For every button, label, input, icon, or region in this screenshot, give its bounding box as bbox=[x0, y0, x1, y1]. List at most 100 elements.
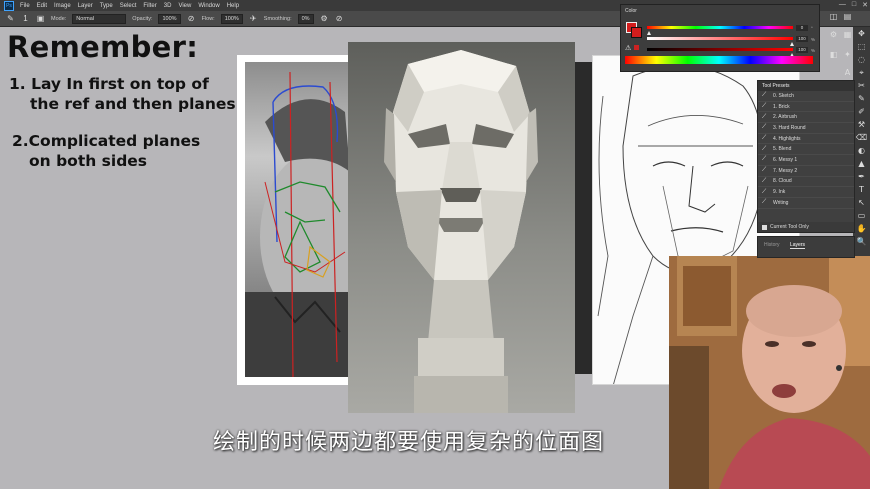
tab-layers[interactable]: Layers bbox=[790, 242, 806, 249]
preset-label: Writing bbox=[773, 199, 789, 206]
smoothing-label: Smoothing: bbox=[263, 15, 292, 22]
color-spectrum-bar[interactable] bbox=[625, 56, 813, 64]
saturation-unit: % bbox=[811, 37, 816, 42]
panel-icon-3[interactable]: ⚙ bbox=[828, 30, 839, 39]
preset-item[interactable]: ⟋ 1. Brick bbox=[758, 102, 854, 113]
saturation-value[interactable]: 100 bbox=[796, 36, 808, 42]
smoothing-settings-icon[interactable]: ⚙ bbox=[320, 14, 329, 23]
brush-settings-icon[interactable]: ▣ bbox=[36, 14, 45, 23]
brightness-slider[interactable] bbox=[647, 48, 793, 51]
quick-select-tool-icon[interactable]: ⌖ bbox=[853, 66, 870, 79]
mode-label: Mode: bbox=[51, 15, 67, 22]
menu-filter[interactable]: Filter bbox=[143, 3, 156, 9]
gamut-swatch[interactable] bbox=[634, 45, 639, 50]
brightness-value[interactable]: 100 bbox=[796, 47, 808, 53]
preset-label: 4. Highlights bbox=[773, 135, 801, 142]
gradient-tool-icon[interactable]: ◐ bbox=[853, 144, 870, 157]
menu-layer[interactable]: Layer bbox=[78, 3, 93, 9]
panel-icon-7[interactable]: A bbox=[842, 68, 853, 77]
preset-label: 6. Messy 1 bbox=[773, 156, 798, 163]
preset-item[interactable]: ⟋ 7. Messy 2 bbox=[758, 166, 854, 177]
brush-icon: ⟋ bbox=[762, 156, 767, 163]
stamp-tool-icon[interactable]: ⚒ bbox=[853, 118, 870, 131]
panel-icon-6[interactable]: ✦ bbox=[842, 50, 853, 59]
preset-label: 0. Sketch bbox=[773, 92, 794, 99]
path-select-tool-icon[interactable]: ↖ bbox=[853, 196, 870, 209]
note-1-line-1: 1. Lay In first on top of bbox=[9, 75, 209, 93]
brush-icon: ⟋ bbox=[762, 188, 767, 195]
slide-heading: Remember: bbox=[7, 30, 199, 64]
opacity-label: Opacity: bbox=[132, 15, 153, 22]
smoothing-input[interactable]: 0% bbox=[297, 13, 314, 24]
preset-item[interactable]: ⟋ 5. Blend bbox=[758, 144, 854, 156]
hue-value[interactable]: 0 bbox=[796, 25, 808, 31]
photoshop-logo: Ps bbox=[4, 0, 14, 11]
hue-unit: ° bbox=[811, 26, 813, 31]
panel-icon-4[interactable]: ▦ bbox=[842, 30, 853, 39]
type-tool-icon[interactable]: T bbox=[853, 183, 870, 196]
video-subtitle: 绘制的时候两边都要使用复杂的位面图 bbox=[213, 430, 605, 455]
menu-3d[interactable]: 3D bbox=[164, 3, 172, 9]
preset-item[interactable]: ⟋ 3. Hard Round bbox=[758, 123, 854, 134]
preset-item[interactable]: ⟋ 8. Cloud bbox=[758, 177, 854, 188]
menu-file[interactable]: File bbox=[20, 3, 30, 9]
preset-item[interactable]: ⟋ 0. Sketch bbox=[758, 91, 854, 102]
opacity-input[interactable]: 100% bbox=[158, 13, 181, 24]
brush-tool-icon[interactable]: ✎ bbox=[6, 14, 15, 23]
preset-item[interactable]: ⟋ 6. Messy 1 bbox=[758, 155, 854, 166]
preset-item[interactable]: ⟋ 9. Ink bbox=[758, 187, 854, 198]
menu-help[interactable]: Help bbox=[227, 3, 239, 9]
airbrush-icon[interactable]: ✈ bbox=[249, 14, 258, 23]
brush-icon: ⟋ bbox=[762, 177, 767, 184]
flow-label: Flow: bbox=[201, 15, 215, 22]
brush-icon: ⟋ bbox=[762, 135, 767, 142]
lasso-tool-icon[interactable]: ◌ bbox=[853, 53, 870, 66]
shape-tool-icon[interactable]: ▭ bbox=[853, 209, 870, 222]
pressure-opacity-icon[interactable]: ⊘ bbox=[187, 14, 196, 23]
pressure-size-icon[interactable]: ⊘ bbox=[335, 14, 344, 23]
layers-panel: History Layers bbox=[757, 236, 855, 258]
hand-tool-icon[interactable]: ✋ bbox=[853, 222, 870, 235]
gamut-warning-icon[interactable]: ⚠ bbox=[625, 44, 633, 52]
panel-icon-1[interactable]: ◫ bbox=[828, 12, 839, 21]
panel-icon-2[interactable]: ▤ bbox=[842, 12, 853, 21]
brush-icon: ⟋ bbox=[762, 92, 767, 99]
saturation-slider[interactable] bbox=[647, 37, 793, 40]
marquee-tool-icon[interactable]: ⬚ bbox=[853, 40, 870, 53]
current-tool-only-label: Current Tool Only bbox=[770, 224, 809, 230]
preset-label: 1. Brick bbox=[773, 103, 790, 110]
hue-slider-thumb[interactable] bbox=[647, 31, 651, 35]
preset-item[interactable]: ⟋ 4. Highlights bbox=[758, 134, 854, 145]
zoom-tool-icon[interactable]: 🔍 bbox=[853, 235, 870, 248]
hue-slider[interactable] bbox=[647, 26, 793, 29]
background-color-swatch[interactable] bbox=[631, 27, 642, 38]
panel-icon-5[interactable]: ◧ bbox=[828, 50, 839, 59]
preset-item[interactable]: ⟋ 2. Airbrush bbox=[758, 112, 854, 124]
flow-input[interactable]: 100% bbox=[220, 13, 243, 24]
eyedropper-tool-icon[interactable]: ✎ bbox=[853, 92, 870, 105]
mode-select[interactable]: Normal bbox=[72, 13, 127, 24]
current-tool-only-checkbox[interactable] bbox=[762, 224, 767, 230]
note-1-line-2: the ref and then planes bbox=[30, 95, 236, 113]
menu-image[interactable]: Image bbox=[54, 3, 71, 9]
move-tool-icon[interactable]: ✥ bbox=[853, 27, 870, 40]
menu-select[interactable]: Select bbox=[120, 3, 137, 9]
pen-tool-icon[interactable]: ✒ bbox=[853, 170, 870, 183]
brush-icon: ⟋ bbox=[762, 145, 767, 152]
crop-tool-icon[interactable]: ✂ bbox=[853, 79, 870, 92]
eraser-tool-icon[interactable]: ⌫ bbox=[853, 131, 870, 144]
menu-view[interactable]: View bbox=[178, 3, 191, 9]
tab-history[interactable]: History bbox=[764, 242, 780, 248]
saturation-slider-thumb[interactable] bbox=[790, 42, 794, 46]
preset-label: 7. Messy 2 bbox=[773, 167, 798, 174]
tool-presets-footer: Current Tool Only bbox=[758, 222, 854, 232]
close-button[interactable]: ✕ bbox=[862, 1, 868, 9]
dodge-tool-icon[interactable]: ▲ bbox=[853, 157, 870, 170]
menu-type[interactable]: Type bbox=[100, 3, 113, 9]
menu-edit[interactable]: Edit bbox=[37, 3, 47, 9]
brush-icon: ⟋ bbox=[762, 199, 767, 206]
menu-window[interactable]: Window bbox=[198, 3, 219, 9]
brush-size-icon[interactable]: 1 bbox=[21, 14, 30, 23]
brush-tool-icon[interactable]: ✐ bbox=[853, 105, 870, 118]
preset-item[interactable]: ⟋ Writing bbox=[758, 198, 854, 209]
